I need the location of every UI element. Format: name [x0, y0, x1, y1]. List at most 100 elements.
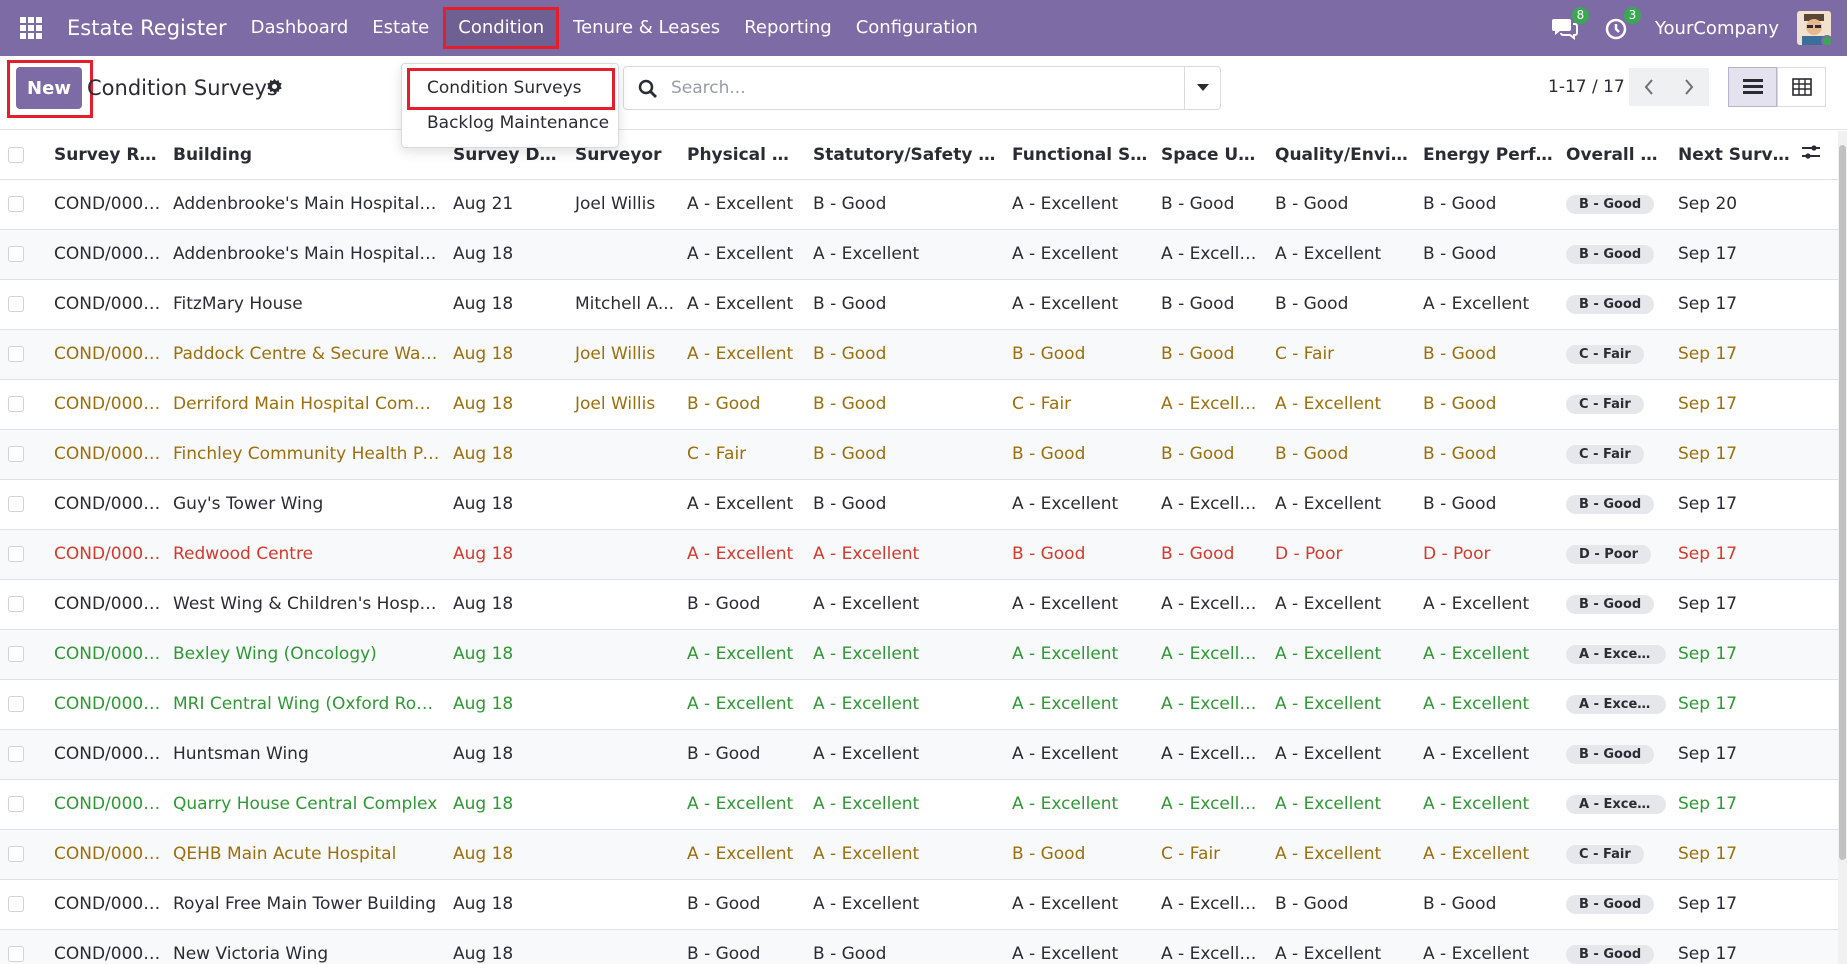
cell-survey-ref[interactable]: COND/00005 [46, 429, 165, 480]
cell-space-utilisation[interactable]: A - Excellent [1153, 229, 1267, 280]
cell-space-utilisation[interactable]: B - Good [1153, 529, 1267, 580]
cell-overall-grade[interactable]: C - Fair [1558, 829, 1670, 880]
select-all-checkbox-cell[interactable] [0, 131, 46, 180]
cell-statutory-safety[interactable]: A - Excellent [805, 629, 1004, 680]
table-row[interactable]: COND/00015 New Victoria Wing Aug 18 B - Goo… [0, 929, 1838, 964]
cell-surveyor[interactable] [567, 479, 679, 530]
cell-physical-condition[interactable]: A - Excellent [679, 629, 805, 680]
cell-building[interactable]: Quarry House Central Complex [165, 779, 445, 830]
cell-physical-condition[interactable]: A - Excellent [679, 829, 805, 880]
cell-survey-date[interactable]: Aug 21 [445, 179, 567, 230]
cell-functional-suitability[interactable]: A - Excellent [1004, 179, 1153, 230]
cell-surveyor[interactable] [567, 679, 679, 730]
table-row[interactable]: COND/00009 Bexley Wing (Oncology) Aug 18 A … [0, 629, 1838, 680]
cell-functional-suitability[interactable]: A - Excellent [1004, 879, 1153, 930]
cell-statutory-safety[interactable]: A - Excellent [805, 229, 1004, 280]
column-header-overall-grade[interactable]: Overall G... [1558, 131, 1670, 180]
cell-overall-grade[interactable]: B - Good [1558, 729, 1670, 780]
cell-overall-grade[interactable]: B - Good [1558, 929, 1670, 964]
cell-physical-condition[interactable]: B - Good [679, 929, 805, 964]
table-row[interactable]: COND/00012 Quarry House Central Complex Au… [0, 779, 1838, 830]
cell-quality-environment[interactable]: B - Good [1267, 429, 1415, 480]
cell-quality-environment[interactable]: A - Excellent [1267, 779, 1415, 830]
cell-surveyor[interactable]: Mitchell A... [567, 279, 679, 330]
cell-survey-ref[interactable]: COND/00004 [46, 379, 165, 430]
cell-building[interactable]: Huntsman Wing [165, 729, 445, 780]
row-checkbox[interactable] [8, 196, 24, 212]
pager-value[interactable]: 1-17 / 17 [1548, 77, 1625, 97]
cell-next-survey[interactable]: Sep 17 [1670, 929, 1794, 964]
cell-overall-grade[interactable]: A - Excel... [1558, 779, 1670, 830]
cell-functional-suitability[interactable]: A - Excellent [1004, 479, 1153, 530]
cell-next-survey[interactable]: Sep 17 [1670, 629, 1794, 680]
cell-surveyor[interactable] [567, 229, 679, 280]
cell-survey-ref[interactable]: COND/00006 [46, 479, 165, 530]
row-checkbox-cell[interactable] [0, 179, 46, 230]
cell-space-utilisation[interactable]: A - Excellent [1153, 879, 1267, 930]
cell-survey-ref[interactable]: COND/00013 [46, 829, 165, 880]
cell-survey-ref[interactable]: COND/00010 [46, 679, 165, 730]
row-checkbox-cell[interactable] [0, 429, 46, 480]
cell-survey-date[interactable]: Aug 18 [445, 329, 567, 380]
cell-functional-suitability[interactable]: B - Good [1004, 829, 1153, 880]
cell-quality-environment[interactable]: A - Excellent [1267, 479, 1415, 530]
row-checkbox-cell[interactable] [0, 579, 46, 630]
cell-statutory-safety[interactable]: A - Excellent [805, 579, 1004, 630]
cell-quality-environment[interactable]: A - Excellent [1267, 929, 1415, 964]
cell-energy-performance[interactable]: B - Good [1415, 229, 1558, 280]
cell-building[interactable]: Royal Free Main Tower Building [165, 879, 445, 930]
row-checkbox-cell[interactable] [0, 929, 46, 964]
table-row[interactable]: COND/00007 Redwood Centre Aug 18 A - Excell… [0, 529, 1838, 580]
cell-next-survey[interactable]: Sep 17 [1670, 879, 1794, 930]
cell-statutory-safety[interactable]: B - Good [805, 479, 1004, 530]
row-checkbox[interactable] [8, 346, 24, 362]
cell-next-survey[interactable]: Sep 17 [1670, 529, 1794, 580]
cell-functional-suitability[interactable]: B - Good [1004, 429, 1153, 480]
cell-functional-suitability[interactable]: A - Excellent [1004, 929, 1153, 964]
cell-survey-date[interactable]: Aug 18 [445, 679, 567, 730]
search-input[interactable]: Search... [671, 78, 746, 98]
dropdown-item-backlog-maintenance[interactable]: Backlog Maintenance [427, 113, 609, 133]
cell-overall-grade[interactable]: C - Fair [1558, 379, 1670, 430]
cell-surveyor[interactable] [567, 629, 679, 680]
table-row[interactable]: COND/00013 QEHB Main Acute Hospital Aug 18… [0, 829, 1838, 880]
table-row[interactable]: COND/00014 Royal Free Main Tower Building… [0, 879, 1838, 930]
cell-building[interactable]: FitzMary House [165, 279, 445, 330]
row-checkbox[interactable] [8, 846, 24, 862]
row-checkbox-cell[interactable] [0, 779, 46, 830]
cell-building[interactable]: Bexley Wing (Oncology) [165, 629, 445, 680]
apps-menu-icon[interactable] [20, 17, 42, 39]
list-view-button[interactable] [1728, 67, 1777, 107]
cell-statutory-safety[interactable]: A - Excellent [805, 529, 1004, 580]
vertical-scrollbar[interactable] [1838, 131, 1847, 964]
menu-item-tenure-leases[interactable]: Tenure & Leases [561, 7, 732, 49]
cell-energy-performance[interactable]: B - Good [1415, 879, 1558, 930]
cell-survey-date[interactable]: Aug 18 [445, 879, 567, 930]
cell-energy-performance[interactable]: A - Excellent [1415, 579, 1558, 630]
row-checkbox[interactable] [8, 596, 24, 612]
row-checkbox[interactable] [8, 496, 24, 512]
menu-item-reporting[interactable]: Reporting [732, 7, 844, 49]
cell-survey-date[interactable]: Aug 18 [445, 279, 567, 330]
cell-survey-date[interactable]: Aug 18 [445, 229, 567, 280]
cell-overall-grade[interactable]: B - Good [1558, 279, 1670, 330]
cell-quality-environment[interactable]: A - Excellent [1267, 679, 1415, 730]
cell-space-utilisation[interactable]: A - Excellent [1153, 729, 1267, 780]
cell-surveyor[interactable]: Joel Willis [567, 329, 679, 380]
cell-physical-condition[interactable]: A - Excellent [679, 679, 805, 730]
row-checkbox-cell[interactable] [0, 329, 46, 380]
table-row[interactable]: COND/00008 West Wing & Children's Hospita… [0, 579, 1838, 630]
cell-next-survey[interactable]: Sep 17 [1670, 579, 1794, 630]
messages-button[interactable]: 8 [1551, 7, 1589, 42]
cell-survey-date[interactable]: Aug 18 [445, 929, 567, 964]
cell-building[interactable]: Addenbrooke's Main Hospital B... [165, 229, 445, 280]
cell-overall-grade[interactable]: D - Poor [1558, 529, 1670, 580]
cell-next-survey[interactable]: Sep 17 [1670, 729, 1794, 780]
cell-physical-condition[interactable]: A - Excellent [679, 229, 805, 280]
row-checkbox[interactable] [8, 546, 24, 562]
cell-space-utilisation[interactable]: B - Good [1153, 279, 1267, 330]
column-header-quality-environment[interactable]: Quality/Envir. [1267, 131, 1415, 180]
table-row[interactable]: COND/00017 Addenbrooke's Main Hospital B.… [0, 179, 1838, 230]
table-row[interactable]: COND/00004 Derriford Main Hospital Comple… [0, 379, 1838, 430]
cell-energy-performance[interactable]: B - Good [1415, 429, 1558, 480]
